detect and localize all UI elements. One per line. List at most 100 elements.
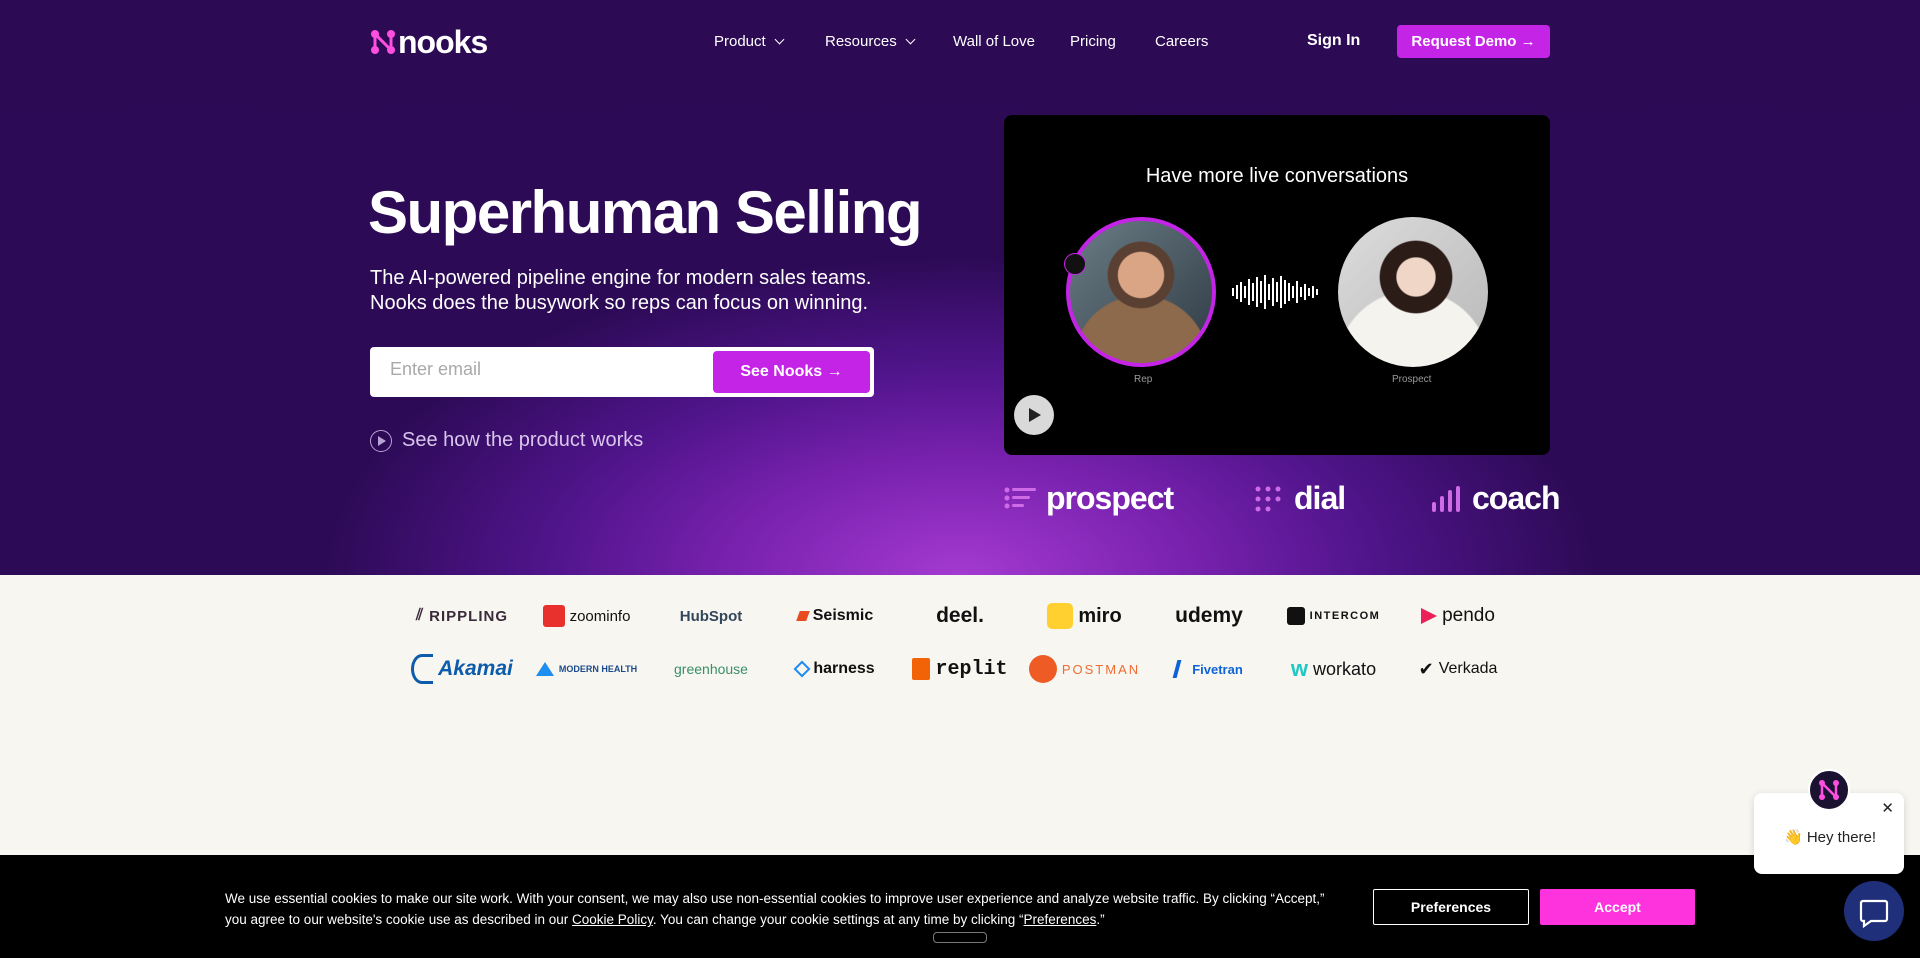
hero-subtitle-line1: The AI-powered pipeline engine for moder… — [370, 267, 872, 289]
logo-hubspot-label: HubSpot — [679, 607, 743, 625]
pendo-icon — [1421, 608, 1438, 624]
logo-miro-label: miro — [1078, 604, 1122, 627]
feature-prospect[interactable]: prospect — [1004, 480, 1174, 517]
cookie-banner: We use essential cookies to make our sit… — [0, 855, 1920, 958]
chat-launcher-button[interactable] — [1844, 881, 1904, 941]
nav-wall-of-love[interactable]: Wall of Love — [953, 33, 1035, 50]
waveform-bar — [1292, 286, 1294, 298]
chat-bot-avatar — [1808, 769, 1850, 811]
see-nooks-button[interactable]: See Nooks → — [713, 351, 870, 393]
waveform-bar — [1244, 286, 1246, 298]
logo-deel: deel. — [898, 598, 1022, 634]
cookie-accept-button[interactable]: Accept — [1540, 889, 1695, 925]
cookie-preferences-link[interactable]: Preferences — [1024, 912, 1097, 927]
see-how-link[interactable]: See how the product works — [370, 429, 643, 452]
request-demo-button[interactable]: Request Demo → — [1397, 25, 1550, 58]
feature-prospect-label: prospect — [1046, 480, 1174, 516]
feature-coach-label: coach — [1472, 480, 1560, 516]
rippling-icon: ⫽ — [416, 607, 425, 624]
waveform-bar — [1264, 275, 1266, 309]
prospect-avatar — [1338, 217, 1488, 367]
nooks-badge-icon — [1064, 253, 1086, 275]
cookie-preferences-button[interactable]: Preferences — [1373, 889, 1529, 925]
modern-health-icon — [535, 662, 554, 676]
nooks-logo-mark-icon — [371, 30, 395, 54]
close-icon[interactable]: ✕ — [1881, 799, 1894, 817]
logo-zoominfo: zoominfo — [525, 598, 649, 634]
logo-udemy-label: udemy — [1175, 604, 1243, 627]
cookie-policy-link[interactable]: Cookie Policy — [572, 912, 653, 927]
nav-product-label: Product — [714, 33, 766, 50]
logo-verkada-label: Verkada — [1438, 660, 1498, 677]
waveform-bar — [1240, 282, 1242, 302]
postman-icon — [1028, 655, 1057, 683]
waveform-bar — [1260, 281, 1262, 303]
logo-deel-label: deel. — [936, 604, 984, 627]
logo-text: nooks — [398, 24, 488, 60]
waveform-bar — [1232, 288, 1234, 296]
waveform-bar — [1288, 283, 1290, 301]
logo-postman: POSTMAN — [1023, 651, 1147, 687]
logo-harness: harness — [774, 651, 898, 687]
logo-workato: w workato — [1272, 651, 1396, 687]
waveform-bar — [1316, 289, 1318, 295]
logo-greenhouse-label: greenhouse — [674, 661, 748, 677]
video-title: Have more live conversations — [1145, 165, 1409, 187]
logo-akamai: Akamai — [400, 651, 524, 687]
nav-careers[interactable]: Careers — [1155, 33, 1208, 50]
logo-seismic: Seismic — [774, 598, 898, 634]
feature-coach[interactable]: coach — [1430, 480, 1560, 517]
verkada-icon: ✔ — [1418, 658, 1434, 679]
customer-logos-row-2: Akamai MODERN HEALTH greenhouse harness … — [400, 651, 1520, 687]
waveform-bar — [1252, 283, 1254, 301]
logo-pendo: pendo — [1396, 598, 1520, 634]
waveform-bar — [1272, 278, 1274, 306]
waveform-bar — [1280, 276, 1282, 308]
zoominfo-icon — [542, 605, 565, 627]
waveform-bar — [1308, 288, 1310, 296]
nooks-logo[interactable]: nooks — [370, 24, 488, 60]
seismic-icon — [795, 611, 810, 621]
logo-modern-health: MODERN HEALTH — [525, 651, 649, 687]
video-play-button[interactable] — [1014, 395, 1054, 435]
logo-replit-label: replit — [935, 657, 1008, 681]
rep-avatar — [1066, 217, 1216, 367]
logo-greenhouse: greenhouse — [649, 651, 773, 687]
logo-pendo-label: pendo — [1442, 605, 1495, 626]
nav-pricing[interactable]: Pricing — [1070, 33, 1116, 50]
see-how-label: See how the product works — [402, 429, 644, 451]
intercom-icon — [1286, 607, 1305, 625]
cookie-text-part2: . You can change your cookie settings at… — [652, 912, 1024, 927]
logo-seismic-label: Seismic — [812, 607, 874, 624]
logo-verkada: ✔ Verkada — [1396, 651, 1520, 687]
waveform-bar — [1268, 284, 1270, 300]
customer-logos-row-1: ⫽ RIPPLING zoominfo HubSpot Seismic deel.… — [400, 598, 1520, 634]
akamai-icon — [411, 654, 434, 684]
waveform-bar — [1276, 282, 1278, 302]
feature-dial-label: dial — [1294, 480, 1346, 516]
workato-icon: w — [1290, 656, 1309, 681]
hero-section: nooks Product Resources Wall of Love Pri… — [0, 0, 1920, 575]
logo-intercom: INTERCOM — [1272, 598, 1396, 634]
cookie-drag-handle[interactable] — [933, 932, 987, 943]
logo-rippling-label: RIPPLING — [429, 607, 508, 625]
logo-workato-label: workato — [1313, 658, 1377, 679]
chevron-down-icon — [774, 34, 785, 45]
nav-resources-label: Resources — [825, 33, 897, 50]
product-video[interactable]: Have more live conversations Rep Prospec… — [1004, 115, 1550, 455]
waveform-bar — [1256, 277, 1258, 307]
email-input[interactable] — [390, 359, 690, 380]
logo-replit: replit — [898, 651, 1022, 687]
coach-icon — [1432, 485, 1460, 512]
waveform-bar — [1304, 284, 1306, 300]
waveform-bar — [1284, 280, 1286, 304]
logo-modern-health-label: MODERN HEALTH — [558, 664, 638, 674]
nav-product[interactable]: Product — [714, 33, 785, 50]
feature-dial[interactable]: dial — [1252, 480, 1346, 517]
waveform-bar — [1312, 286, 1314, 298]
chat-greeting-text: 👋 Hey there! — [1784, 829, 1877, 846]
sign-in-link[interactable]: Sign In — [1307, 32, 1360, 50]
cookie-text: We use essential cookies to make our sit… — [225, 888, 1350, 930]
nav-resources[interactable]: Resources — [825, 33, 916, 50]
logo-fivetran: Fivetran — [1147, 651, 1271, 687]
